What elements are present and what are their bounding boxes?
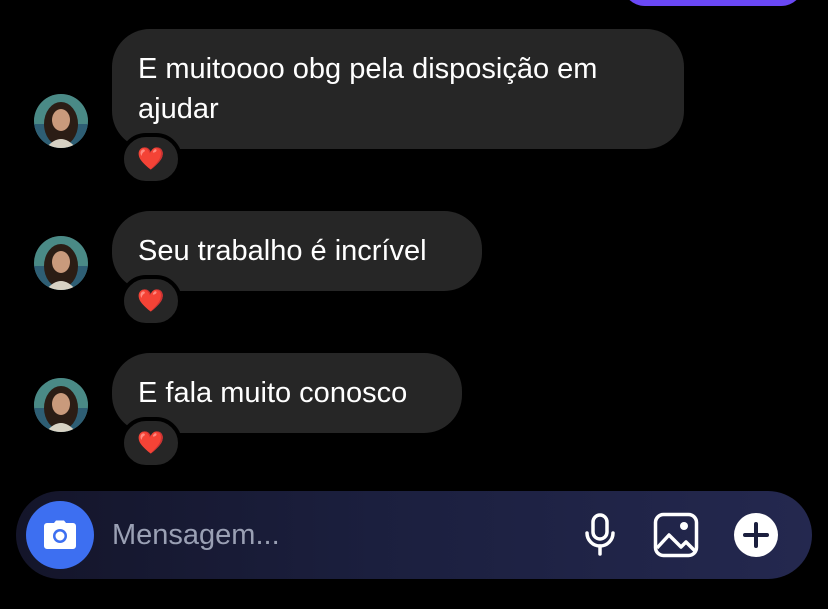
gallery-button[interactable] (652, 511, 700, 559)
reaction-badge[interactable]: ❤️ (120, 275, 182, 327)
message-input[interactable] (112, 513, 552, 557)
reaction-badge[interactable]: ❤️ (120, 417, 182, 469)
avatar-photo (34, 94, 88, 148)
message-text: E muitoooo obg pela disposição em ajudar (138, 53, 598, 125)
received-message-bubble[interactable]: E muitoooo obg pela disposição em ajudar (112, 29, 684, 149)
microphone-icon (585, 513, 615, 556)
contact-avatar[interactable] (34, 378, 88, 432)
message-text: Seu trabalho é incrível (138, 235, 427, 267)
reaction-badge[interactable]: ❤️ (120, 133, 182, 185)
message-text: E fala muito conosco (138, 377, 408, 409)
plus-icon (734, 513, 778, 557)
sent-message-bubble[interactable] (622, 0, 804, 6)
contact-avatar[interactable] (34, 236, 88, 290)
heart-reaction-icon: ❤️ (137, 146, 165, 171)
microphone-button[interactable] (576, 511, 624, 559)
add-button[interactable] (732, 511, 780, 559)
avatar-photo (34, 378, 88, 432)
contact-avatar[interactable] (34, 94, 88, 148)
message-composer (16, 491, 812, 579)
heart-reaction-icon: ❤️ (137, 288, 165, 313)
avatar-photo (34, 236, 88, 290)
camera-icon (44, 520, 76, 549)
camera-button[interactable] (26, 501, 94, 569)
heart-reaction-icon: ❤️ (137, 430, 165, 455)
image-icon (653, 512, 699, 558)
